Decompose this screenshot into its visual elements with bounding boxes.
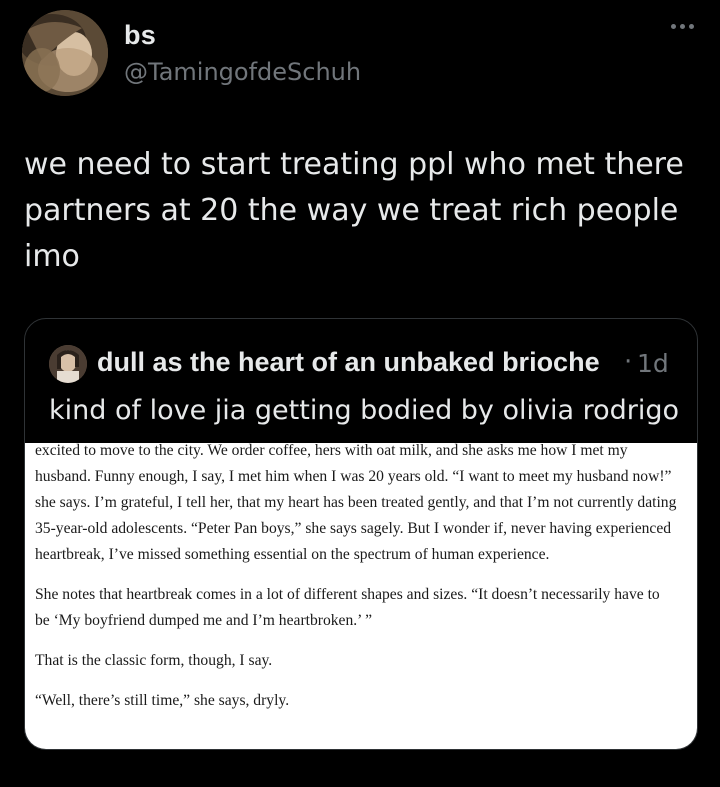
quote-author-avatar[interactable] bbox=[49, 345, 87, 383]
more-dot bbox=[680, 24, 685, 29]
quote-timestamp[interactable]: 1d bbox=[637, 349, 669, 378]
author-name[interactable]: bs bbox=[124, 20, 156, 51]
quote-text: kind of love jia getting bodied by olivi… bbox=[49, 395, 680, 426]
tweet-text: we need to start treating ppl who met th… bbox=[24, 147, 684, 274]
author-avatar[interactable] bbox=[22, 10, 108, 96]
more-options-icon[interactable] bbox=[671, 24, 694, 29]
image-paragraph: “Well, there’s still time,” she says, dr… bbox=[35, 692, 290, 709]
quote-separator: · bbox=[624, 347, 633, 377]
image-paragraph: She notes that heartbreak comes in a lot… bbox=[35, 586, 660, 629]
quote-author-name[interactable]: dull as the heart of an unbaked brioche bbox=[97, 347, 600, 378]
quoted-tweet[interactable]: dull as the heart of an unbaked brioche … bbox=[24, 318, 698, 750]
author-handle[interactable]: @TamingofdeSchuh bbox=[124, 58, 361, 86]
image-paragraph: That is the classic form, though, I say. bbox=[35, 652, 273, 669]
image-paragraph: excited to move to the city. We order co… bbox=[35, 443, 677, 563]
quote-attached-image[interactable]: excited to move to the city. We order co… bbox=[25, 443, 697, 749]
more-dot bbox=[671, 24, 676, 29]
more-dot bbox=[689, 24, 694, 29]
